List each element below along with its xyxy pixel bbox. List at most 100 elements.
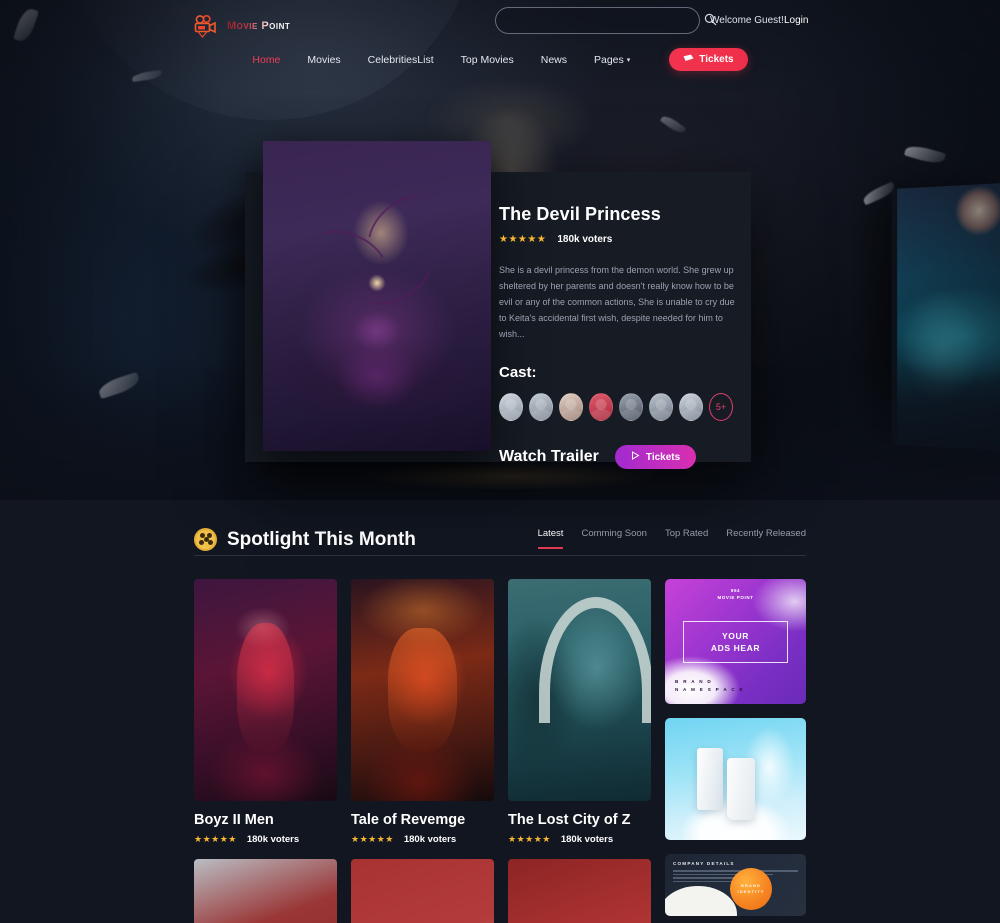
- logo-text: Movie Point: [227, 20, 291, 32]
- poster-figure: [302, 271, 452, 421]
- play-icon: [631, 451, 640, 463]
- ad-badge-text: BRAND IDENTITY: [737, 883, 764, 895]
- avatar[interactable]: [679, 393, 703, 421]
- watch-trailer-label[interactable]: Watch Trailer: [499, 448, 599, 466]
- star-rating-icons: ★★★★★: [499, 234, 547, 245]
- spotlight-title: Spotlight This Month: [227, 528, 416, 550]
- header-tickets-button[interactable]: Tickets: [669, 48, 748, 71]
- ad-headline-line2: ADS HEAR: [710, 643, 761, 653]
- movie-rating: ★★★★★ 180k voters: [508, 834, 651, 845]
- featured-tickets-button[interactable]: Tickets: [614, 445, 697, 469]
- movie-point-homepage: Movie Point Welcome Guest! Login Home Mo…: [0, 0, 1000, 923]
- spotlight-title-group: Spotlight This Month: [194, 528, 416, 551]
- spotlight-content-grid: Boyz II Men ★★★★★ 180k voters Tale of Re…: [194, 579, 806, 923]
- avatar[interactable]: [499, 393, 523, 421]
- movie-voters: 180k voters: [560, 834, 614, 845]
- ad-footer-line1: B R A N D: [675, 679, 713, 684]
- ad-brand-number: 954: [730, 588, 741, 593]
- tab-recently-released[interactable]: Recently Released: [726, 528, 806, 547]
- star-rating-icons: ★★★★★: [194, 834, 237, 844]
- movie-card[interactable]: [508, 859, 651, 923]
- avatar[interactable]: [649, 393, 673, 421]
- advertisement-column: 954 MOVIE POINT YOUR ADS HEAR B R A N D …: [665, 579, 806, 923]
- ad-banner-company-details[interactable]: COMPANY DETAILS BRAND IDENTITY: [665, 854, 806, 916]
- featured-rating: ★★★★★ 180k voters: [499, 234, 733, 245]
- featured-movie-poster[interactable]: [263, 141, 491, 451]
- ad-footer-text: B R A N D N A M E S P A C E: [675, 678, 744, 694]
- featured-movie-details: The Devil Princess ★★★★★ 180k voters She…: [499, 172, 751, 469]
- cast-more-badge[interactable]: 5+: [709, 393, 733, 421]
- ad-banner-your-ads-here[interactable]: 954 MOVIE POINT YOUR ADS HEAR B R A N D …: [665, 579, 806, 704]
- nav-item-celebritieslist[interactable]: CelebritiesList: [368, 54, 434, 66]
- header-tickets-label: Tickets: [699, 54, 734, 65]
- ad-headline-box: YOUR ADS HEAR: [683, 621, 788, 663]
- film-camera-icon: [192, 14, 220, 39]
- tab-top-rated[interactable]: Top Rated: [665, 528, 708, 547]
- featured-tickets-label: Tickets: [645, 451, 681, 463]
- welcome-text: Welcome Guest!: [710, 15, 784, 26]
- movie-poster[interactable]: [194, 859, 337, 923]
- star-rating-icons: ★★★★★: [508, 834, 551, 844]
- movie-card[interactable]: Boyz II Men ★★★★★ 180k voters: [194, 579, 337, 845]
- product-bottle-shape: [697, 748, 723, 810]
- avatar[interactable]: [559, 393, 583, 421]
- avatar[interactable]: [619, 393, 643, 421]
- movie-card[interactable]: [351, 859, 494, 923]
- spotlight-inner: Spotlight This Month Latest Comming Soon…: [194, 500, 806, 923]
- film-reel-icon: [194, 528, 217, 551]
- spotlight-header: Spotlight This Month Latest Comming Soon…: [194, 528, 806, 551]
- ad-company-title: COMPANY DETAILS: [673, 861, 735, 866]
- ad-banner-cosmetics[interactable]: [665, 718, 806, 840]
- featured-voters: 180k voters: [557, 234, 613, 245]
- nav-item-home[interactable]: Home: [252, 54, 280, 66]
- movie-voters: 180k voters: [246, 834, 300, 845]
- tab-comming-soon[interactable]: Comming Soon: [581, 528, 646, 547]
- tab-latest[interactable]: Latest: [537, 528, 563, 549]
- movie-voters: 180k voters: [403, 834, 457, 845]
- chevron-down-icon: ▾: [626, 56, 631, 64]
- movie-title: Boyz II Men: [194, 812, 274, 828]
- nav-item-top-movies[interactable]: Top Movies: [461, 54, 514, 66]
- nav-item-pages-label: Pages: [594, 53, 624, 66]
- ad-brand-identity-badge: BRAND IDENTITY: [730, 868, 772, 910]
- nav-item-movies[interactable]: Movies: [307, 54, 340, 66]
- cast-heading: Cast:: [499, 364, 537, 381]
- movie-poster[interactable]: [351, 859, 494, 923]
- movie-rating: ★★★★★ 180k voters: [351, 834, 494, 845]
- movie-rating: ★★★★★ 180k voters: [194, 834, 337, 845]
- movie-poster[interactable]: [508, 859, 651, 923]
- search-bar[interactable]: [495, 7, 717, 34]
- movie-card[interactable]: Tale of Revemge ★★★★★ 180k voters: [351, 579, 494, 845]
- site-header: Movie Point Welcome Guest! Login Home Mo…: [0, 0, 1000, 71]
- ad-brand-name: MOVIE POINT: [717, 595, 754, 600]
- watch-trailer-row: Watch Trailer Tickets: [499, 445, 733, 469]
- movie-card[interactable]: [194, 859, 337, 923]
- cast-avatar-list: 5+: [499, 393, 733, 421]
- ad-badge-line2: IDENTITY: [737, 889, 765, 894]
- movie-title: The Lost City of Z: [508, 812, 631, 828]
- nav-item-news[interactable]: News: [541, 54, 567, 66]
- ticket-icon: [683, 54, 694, 66]
- movie-poster[interactable]: [194, 579, 337, 801]
- product-tube-shape: [727, 758, 755, 820]
- login-link[interactable]: Login: [784, 15, 808, 26]
- site-logo[interactable]: Movie Point: [192, 14, 291, 39]
- spotlight-tabs: Latest Comming Soon Top Rated Recently R…: [537, 528, 806, 551]
- avatar[interactable]: [529, 393, 553, 421]
- movie-poster[interactable]: [508, 579, 651, 801]
- star-rating-icons: ★★★★★: [351, 834, 394, 844]
- ad-footer-line2: N A M E S P A C E: [675, 687, 745, 692]
- spotlight-divider: [194, 555, 806, 556]
- featured-movie-card: The Devil Princess ★★★★★ 180k voters She…: [245, 141, 751, 469]
- top-bar: Movie Point Welcome Guest! Login: [0, 0, 1000, 44]
- ad-headline-line1: YOUR: [722, 631, 749, 641]
- ad-white-circle: [665, 886, 737, 916]
- featured-movie-title: The Devil Princess: [499, 204, 661, 224]
- movie-title: Tale of Revemge: [351, 812, 466, 828]
- nav-item-pages[interactable]: Pages ▾: [594, 54, 630, 66]
- movie-poster[interactable]: [351, 579, 494, 801]
- movie-card[interactable]: The Lost City of Z ★★★★★ 180k voters: [508, 579, 651, 845]
- search-input[interactable]: [495, 7, 700, 34]
- spotlight-section: Spotlight This Month Latest Comming Soon…: [0, 500, 1000, 923]
- avatar[interactable]: [589, 393, 613, 421]
